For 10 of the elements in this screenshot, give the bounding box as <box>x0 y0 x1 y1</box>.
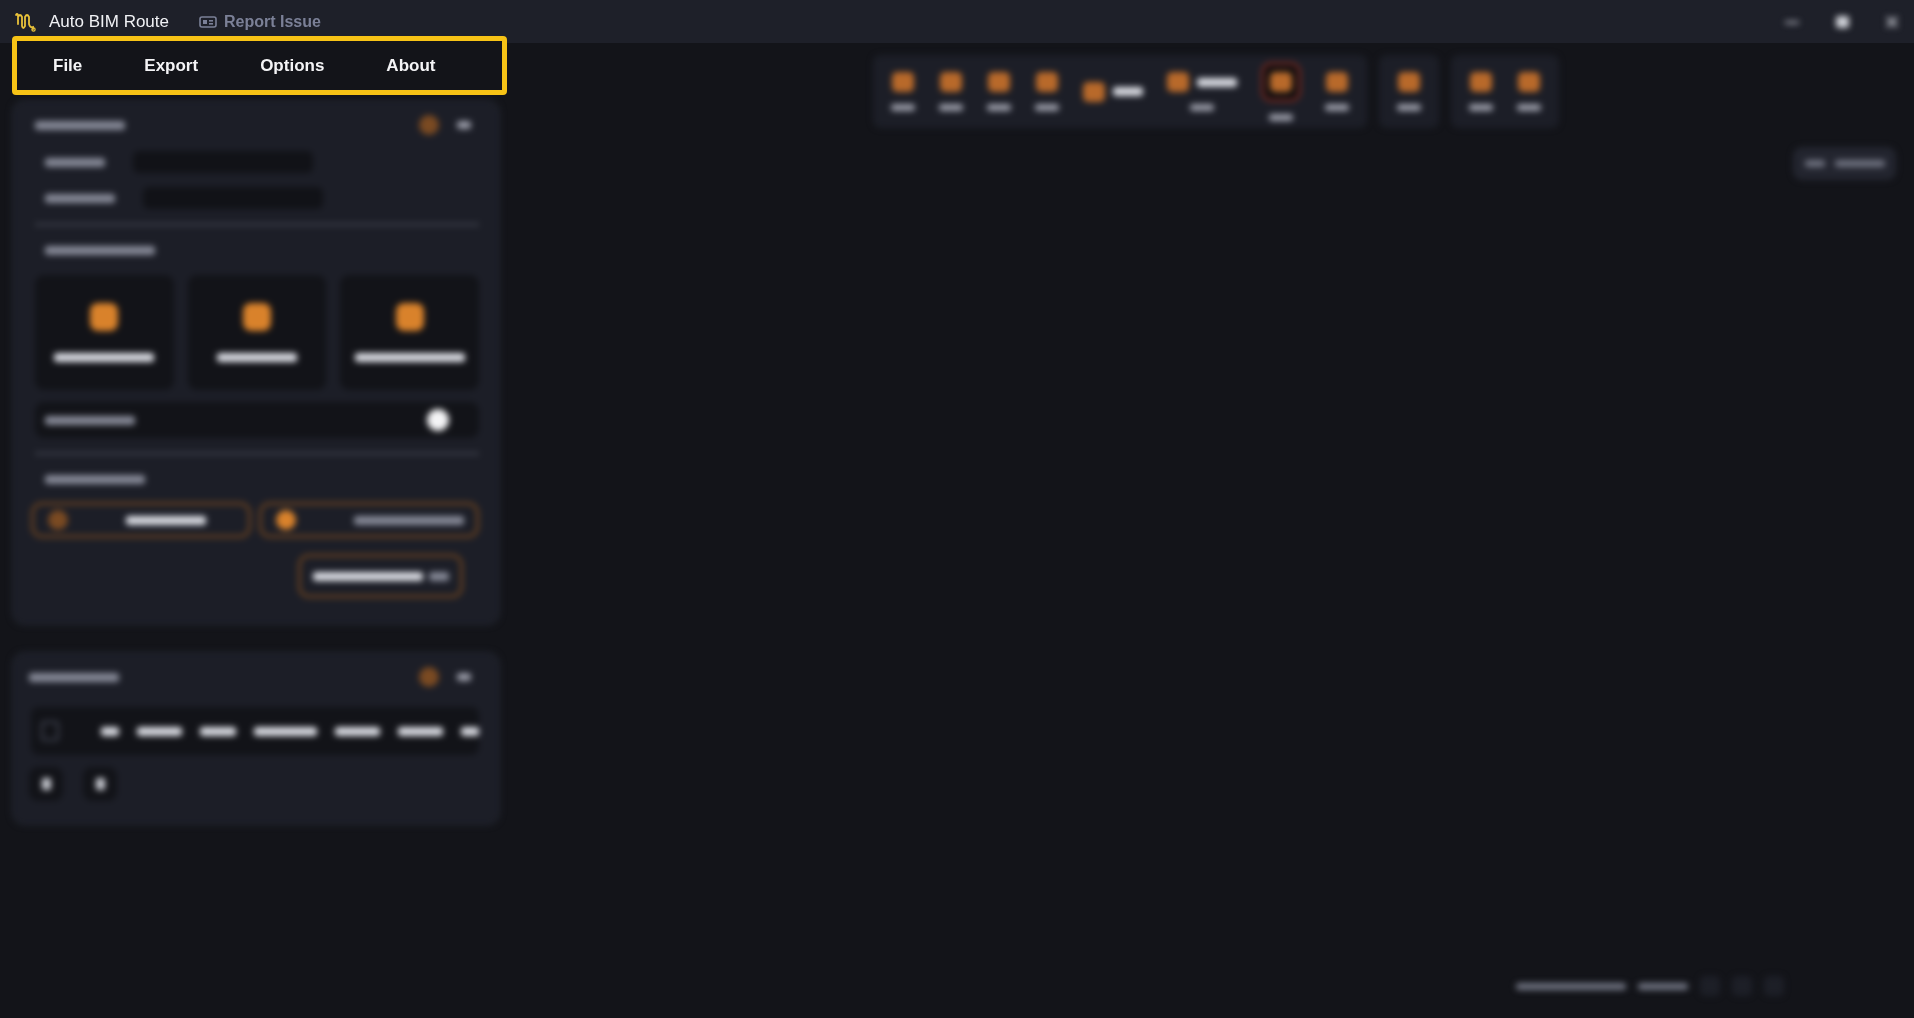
app-title: Auto BIM Route <box>49 11 169 32</box>
menu-item[interactable]: About <box>386 52 436 79</box>
menu-item[interactable]: Export <box>144 52 199 79</box>
report-issue-link[interactable]: Report Issue <box>199 10 321 33</box>
id-card-icon <box>199 15 217 28</box>
restore-icon[interactable] <box>1834 14 1850 29</box>
close-icon[interactable] <box>1884 14 1900 29</box>
menu-item[interactable]: File <box>53 52 83 79</box>
logo-icon <box>14 11 38 32</box>
menu-item[interactable]: Options <box>260 52 325 79</box>
